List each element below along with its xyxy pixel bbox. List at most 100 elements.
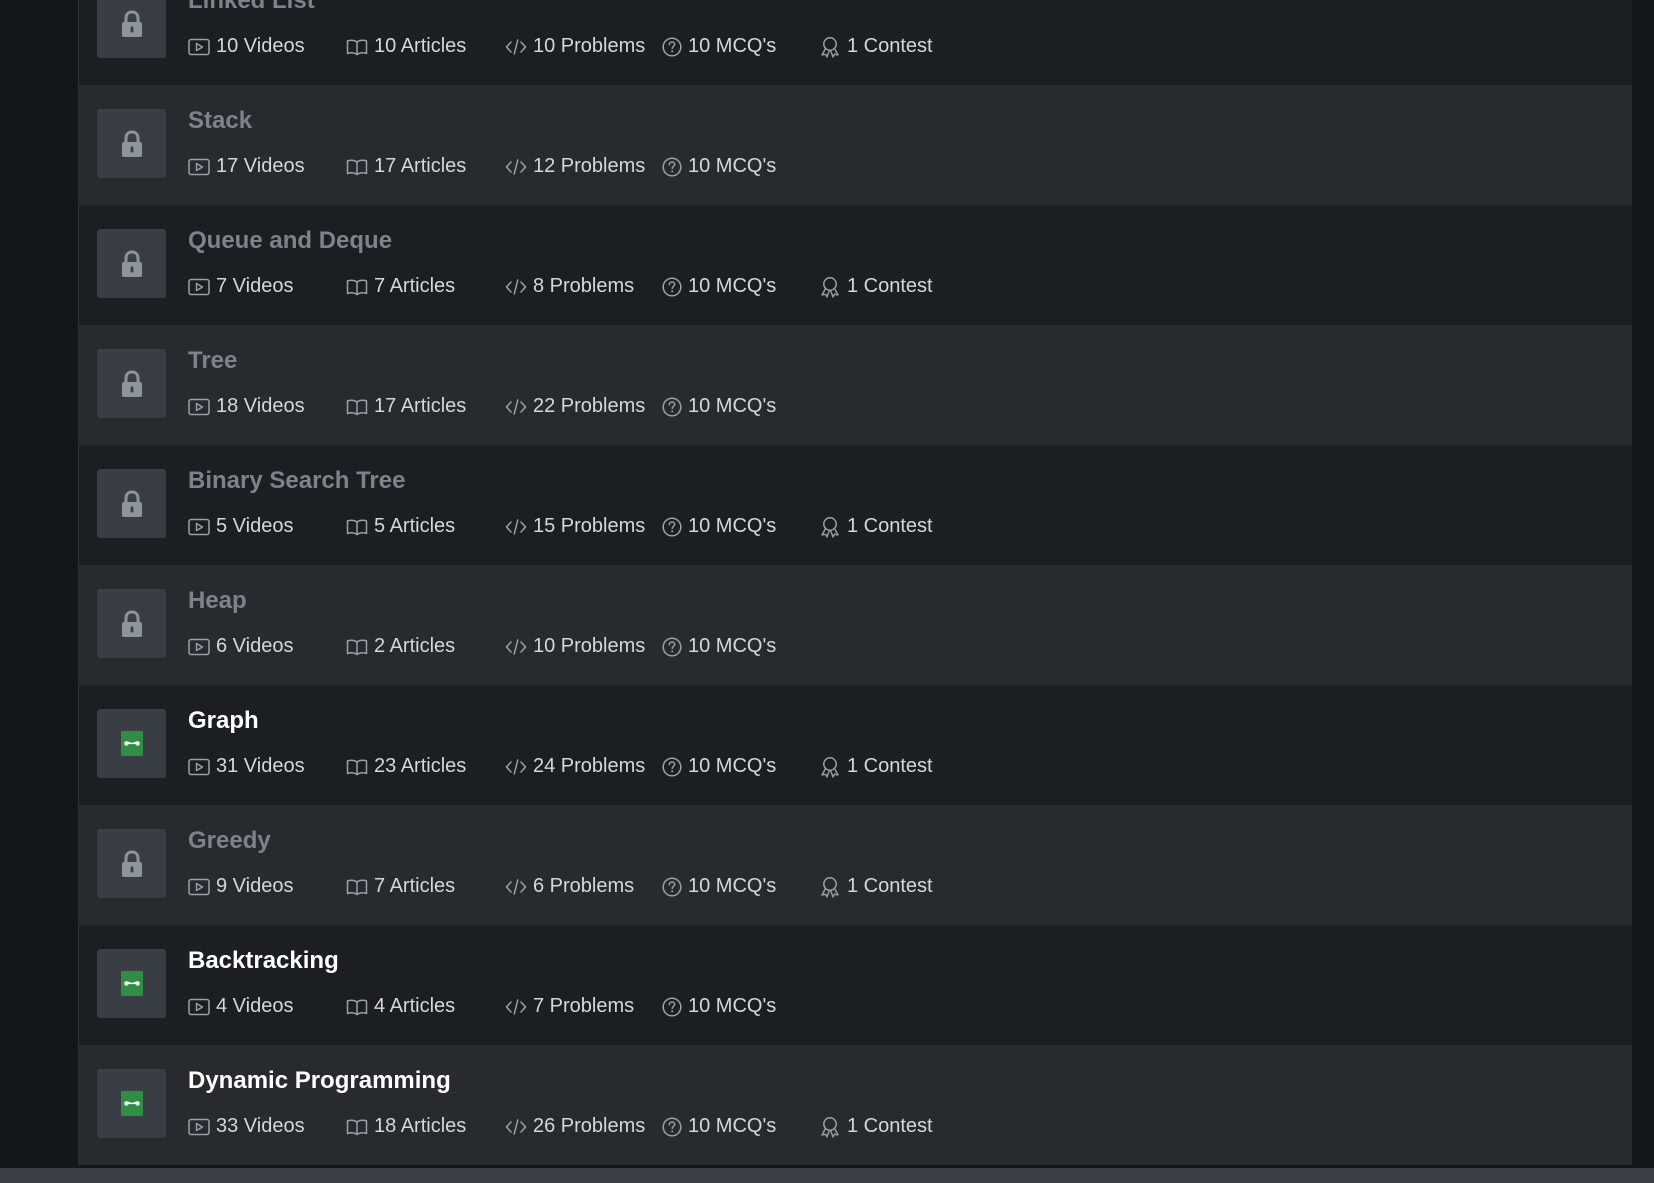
video-play-icon: [188, 1118, 210, 1135]
articles-count: 2 Articles: [346, 635, 455, 658]
videos-count: 17 Videos: [188, 155, 305, 178]
problems-label: 10 Problems: [533, 635, 646, 657]
topic-stats: 10 Videos 10 Articles 10 Problems 10 MCQ…: [188, 35, 1488, 63]
videos-label: 9 Videos: [216, 875, 294, 897]
code-icon: [505, 158, 527, 175]
topic-title[interactable]: Heap: [188, 587, 247, 615]
contest-count: 1 Contest: [819, 515, 933, 538]
videos-label: 33 Videos: [216, 1115, 305, 1137]
articles-count: 17 Articles: [346, 155, 466, 178]
videos-count: 10 Videos: [188, 35, 305, 58]
topic-title[interactable]: Dynamic Programming: [188, 1067, 451, 1095]
open-book-icon: [346, 879, 368, 895]
lock-icon: [121, 609, 142, 637]
problems-label: 6 Problems: [533, 875, 635, 897]
question-circle-icon: [662, 156, 682, 177]
open-book-icon: [346, 39, 368, 55]
topic-stats: 4 Videos 4 Articles 7 Problems 10 MCQ's: [188, 995, 1488, 1023]
articles-count: 5 Articles: [346, 515, 455, 538]
topic-stats: 18 Videos 17 Articles 22 Problems 10 MCQ…: [188, 395, 1488, 423]
lock-icon: [121, 249, 142, 277]
articles-count: 7 Articles: [346, 875, 455, 898]
topic-row-dynamic-programming[interactable]: Dynamic Programming 33 Videos 18 Article…: [79, 1045, 1632, 1165]
video-play-icon: [188, 158, 210, 175]
topic-row-linked-list[interactable]: Linked List 10 Videos 10 Articles 10 Pro…: [79, 0, 1632, 85]
mcqs-label: 10 MCQ's: [688, 995, 777, 1017]
topic-row-stack[interactable]: Stack 17 Videos 17 Articles 12 Problems …: [79, 85, 1632, 205]
topic-row-greedy[interactable]: Greedy 9 Videos 7 Articles 6 Problems 10…: [79, 805, 1632, 925]
contest-label: 1 Contest: [847, 35, 933, 57]
lock-icon: [121, 849, 142, 877]
videos-count: 4 Videos: [188, 995, 293, 1018]
award-ribbon-icon: [821, 876, 839, 898]
topic-title[interactable]: Greedy: [188, 827, 271, 855]
topic-thumbnail: [97, 829, 166, 898]
topic-stats: 33 Videos 18 Articles 26 Problems 10 MCQ…: [188, 1115, 1488, 1143]
contest-label: 1 Contest: [847, 755, 933, 777]
code-icon: [505, 278, 527, 295]
open-book-icon: [346, 999, 368, 1015]
problems-count: 24 Problems: [505, 755, 645, 778]
contest-count: 1 Contest: [819, 275, 933, 298]
topic-row-binary-search-tree[interactable]: Binary Search Tree 5 Videos 5 Articles 1…: [79, 445, 1632, 565]
problems-label: 7 Problems: [533, 995, 635, 1017]
topic-title[interactable]: Stack: [188, 107, 252, 135]
lock-icon: [121, 9, 142, 37]
topic-thumbnail: [97, 349, 166, 418]
award-ribbon-icon: [821, 756, 839, 778]
award-ribbon-icon: [821, 276, 839, 298]
topic-stats: 5 Videos 5 Articles 15 Problems 10 MCQ's…: [188, 515, 1488, 543]
topic-title[interactable]: Tree: [188, 347, 237, 375]
topic-thumbnail: [97, 229, 166, 298]
mcqs-count: 10 MCQ's: [662, 875, 776, 898]
topic-title[interactable]: Binary Search Tree: [188, 467, 405, 495]
videos-label: 7 Videos: [216, 275, 294, 297]
bottom-scroll-bar[interactable]: [0, 1168, 1654, 1183]
topic-row-queue-and-deque[interactable]: Queue and Deque 7 Videos 7 Articles 8 Pr…: [79, 205, 1632, 325]
code-icon: [505, 518, 527, 535]
topic-row-heap[interactable]: Heap 6 Videos 2 Articles 10 Problems 10 …: [79, 565, 1632, 685]
problems-count: 10 Problems: [505, 35, 645, 58]
code-icon: [505, 638, 527, 655]
topic-title[interactable]: Backtracking: [188, 947, 339, 975]
topic-row-backtracking[interactable]: Backtracking 4 Videos 4 Articles 7 Probl…: [79, 925, 1632, 1045]
question-circle-icon: [662, 1116, 682, 1137]
code-icon: [505, 1118, 527, 1135]
mcqs-label: 10 MCQ's: [688, 155, 777, 177]
topic-title[interactable]: Linked List: [188, 0, 315, 15]
problems-label: 15 Problems: [533, 515, 646, 537]
problems-label: 24 Problems: [533, 755, 646, 777]
video-play-icon: [188, 278, 210, 295]
videos-label: 31 Videos: [216, 755, 305, 777]
video-play-icon: [188, 878, 210, 895]
gfg-logo-icon: [120, 731, 143, 756]
videos-count: 9 Videos: [188, 875, 293, 898]
mcqs-count: 10 MCQ's: [662, 1115, 776, 1138]
mcqs-label: 10 MCQ's: [688, 395, 777, 417]
articles-label: 5 Articles: [374, 515, 456, 537]
articles-label: 4 Articles: [374, 995, 456, 1017]
problems-count: 26 Problems: [505, 1115, 645, 1138]
topic-title[interactable]: Graph: [188, 707, 259, 735]
topic-title[interactable]: Queue and Deque: [188, 227, 392, 255]
video-play-icon: [188, 998, 210, 1015]
videos-count: 33 Videos: [188, 1115, 305, 1138]
articles-label: 23 Articles: [374, 755, 467, 777]
mcqs-label: 10 MCQ's: [688, 1115, 777, 1137]
contest-label: 1 Contest: [847, 275, 933, 297]
code-icon: [505, 878, 527, 895]
problems-count: 7 Problems: [505, 995, 634, 1018]
mcqs-label: 10 MCQ's: [688, 275, 777, 297]
contest-label: 1 Contest: [847, 515, 933, 537]
videos-label: 4 Videos: [216, 995, 294, 1017]
mcqs-count: 10 MCQ's: [662, 155, 776, 178]
open-book-icon: [346, 399, 368, 415]
mcqs-count: 10 MCQ's: [662, 275, 776, 298]
video-play-icon: [188, 758, 210, 775]
topic-row-tree[interactable]: Tree 18 Videos 17 Articles 22 Problems 1…: [79, 325, 1632, 445]
code-icon: [505, 398, 527, 415]
topic-row-graph[interactable]: Graph 31 Videos 23 Articles 24 Problems …: [79, 685, 1632, 805]
mcqs-label: 10 MCQ's: [688, 35, 777, 57]
open-book-icon: [346, 159, 368, 175]
problems-label: 12 Problems: [533, 155, 646, 177]
